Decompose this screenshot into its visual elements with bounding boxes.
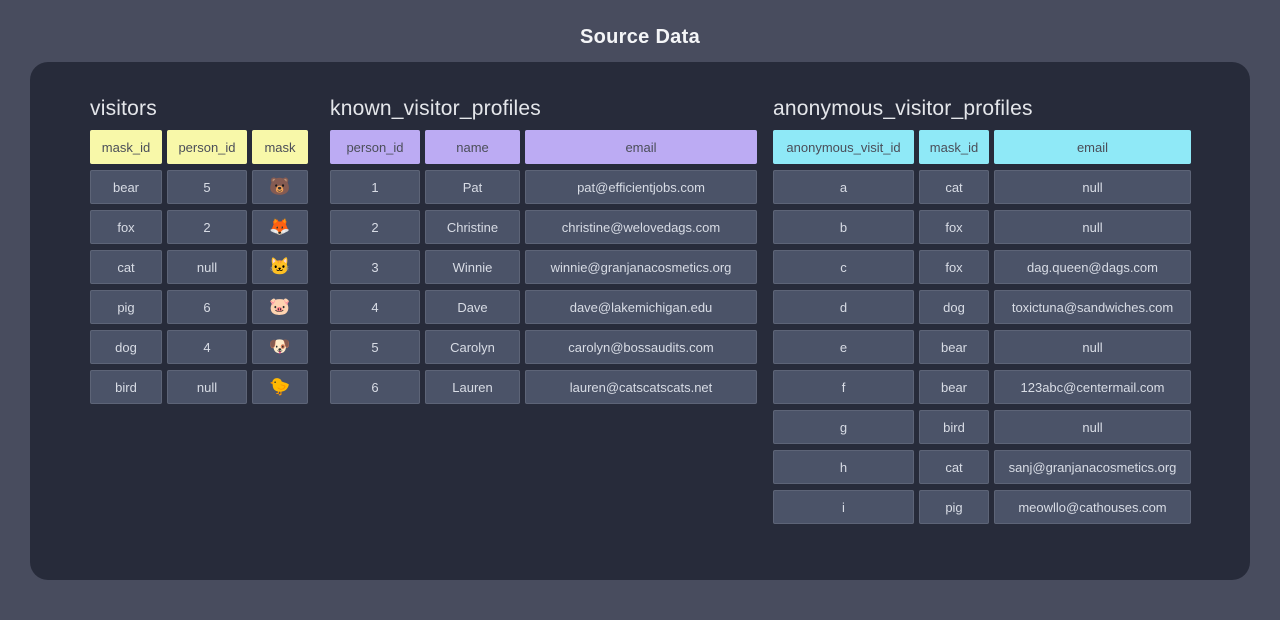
table-cell: christine@welovedags.com — [525, 210, 757, 244]
table-title-known-visitor-profiles: known_visitor_profiles — [330, 94, 757, 124]
table-cell: g — [773, 410, 914, 444]
column-header-person_id: person_id — [330, 130, 420, 164]
table-cell: Dave — [425, 290, 520, 324]
column-header-anonymous_visit_id: anonymous_visit_id — [773, 130, 914, 164]
column-header-email: email — [525, 130, 757, 164]
table-cell: 5 — [167, 170, 247, 204]
table-title-anonymous-visitor-profiles: anonymous_visitor_profiles — [773, 94, 1191, 124]
table-cell: toxictuna@sandwiches.com — [994, 290, 1191, 324]
column-header-mask_id: mask_id — [90, 130, 162, 164]
table-cell: cat — [90, 250, 162, 284]
column-header-name: name — [425, 130, 520, 164]
table-cell: Winnie — [425, 250, 520, 284]
mask-emoji-cell: 🐱 — [252, 250, 308, 284]
column-header-mask: mask — [252, 130, 308, 164]
table-cell: d — [773, 290, 914, 324]
table-cell: bird — [919, 410, 989, 444]
table-cell: fox — [919, 210, 989, 244]
table-cell: null — [994, 170, 1191, 204]
table-cell: pig — [90, 290, 162, 324]
table-cell: f — [773, 370, 914, 404]
table-cell: sanj@granjanacosmetics.org — [994, 450, 1191, 484]
table-cell: Pat — [425, 170, 520, 204]
table-cell: cat — [919, 450, 989, 484]
page-title: Source Data — [0, 26, 1280, 49]
table-cell: null — [167, 370, 247, 404]
table-known-visitor-profiles: known_visitor_profiles person_idnameemai… — [330, 94, 757, 404]
table-cell: meowllo@cathouses.com — [994, 490, 1191, 524]
table-cell: 2 — [330, 210, 420, 244]
column-header-email: email — [994, 130, 1191, 164]
table-cell: bear — [90, 170, 162, 204]
table-cell: b — [773, 210, 914, 244]
table-cell: carolyn@bossaudits.com — [525, 330, 757, 364]
table-cell: Christine — [425, 210, 520, 244]
table-cell: 2 — [167, 210, 247, 244]
table-cell: pat@efficientjobs.com — [525, 170, 757, 204]
mask-emoji-cell: 🐤 — [252, 370, 308, 404]
table-cell: 6 — [167, 290, 247, 324]
table-cell: bear — [919, 370, 989, 404]
table-grid-visitors: mask_idperson_idmaskbear5🐻fox2🦊catnull🐱p… — [90, 130, 308, 404]
table-cell: 3 — [330, 250, 420, 284]
table-visitors: visitors mask_idperson_idmask bear5🐻 fox2🦊… — [90, 94, 308, 404]
table-cell: null — [994, 410, 1191, 444]
table-cell: null — [994, 210, 1191, 244]
table-cell: null — [167, 250, 247, 284]
column-header-person_id: person_id — [167, 130, 247, 164]
table-grid-known-visitor-profiles: person_idnameemail 1Patpat@efficientjobs.… — [330, 130, 757, 404]
table-cell: c — [773, 250, 914, 284]
table-cell: lauren@catscatscats.net — [525, 370, 757, 404]
mask-emoji-cell: 🦊 — [252, 210, 308, 244]
table-cell: dog — [919, 290, 989, 324]
table-cell: 5 — [330, 330, 420, 364]
mask-emoji-cell: 🐷 — [252, 290, 308, 324]
source-data-panel: visitors mask_idperson_idmaskbear5🐻fox2🦊… — [30, 62, 1250, 580]
table-cell: a — [773, 170, 914, 204]
table-cell: winnie@granjanacosmetics.org — [525, 250, 757, 284]
table-cell: fox — [919, 250, 989, 284]
table-anonymous-visitor-profiles: anonymous_visitor_profiles anonymous_vis… — [773, 94, 1191, 524]
table-cell: dag.queen@dags.com — [994, 250, 1191, 284]
table-cell: 6 — [330, 370, 420, 404]
table-cell: Lauren — [425, 370, 520, 404]
table-cell: dog — [90, 330, 162, 364]
table-cell: bird — [90, 370, 162, 404]
table-cell: i — [773, 490, 914, 524]
table-cell: e — [773, 330, 914, 364]
column-header-mask_id: mask_id — [919, 130, 989, 164]
table-cell: pig — [919, 490, 989, 524]
table-cell: 1 — [330, 170, 420, 204]
mask-emoji-cell: 🐻 — [252, 170, 308, 204]
table-cell: 123abc@centermail.com — [994, 370, 1191, 404]
table-grid-anonymous-visitor-profiles: anonymous_visit_idmask_idemailacatnullbf… — [773, 130, 1191, 524]
table-cell: 4 — [167, 330, 247, 364]
mask-emoji-cell: 🐶 — [252, 330, 308, 364]
table-cell: 4 — [330, 290, 420, 324]
table-cell: Carolyn — [425, 330, 520, 364]
table-cell: null — [994, 330, 1191, 364]
table-cell: bear — [919, 330, 989, 364]
table-title-visitors: visitors — [90, 94, 308, 124]
table-cell: dave@lakemichigan.edu — [525, 290, 757, 324]
table-cell: fox — [90, 210, 162, 244]
table-cell: h — [773, 450, 914, 484]
table-cell: cat — [919, 170, 989, 204]
